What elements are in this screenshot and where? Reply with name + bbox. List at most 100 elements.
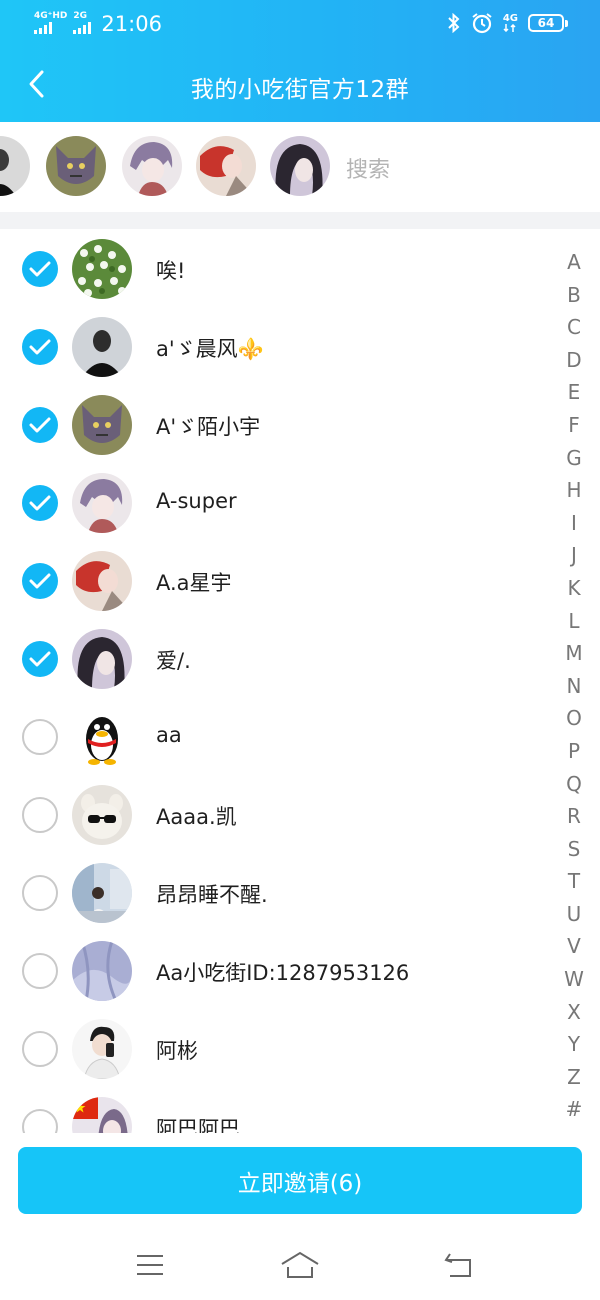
invite-button[interactable]: 立即邀请(6)	[18, 1147, 582, 1214]
anime-red-avatar	[72, 551, 132, 611]
system-nav-bar	[0, 1228, 600, 1300]
member-name: 唉!	[156, 259, 186, 283]
member-row[interactable]: 阿彬	[0, 1009, 560, 1087]
index-letter[interactable]: D	[556, 344, 592, 377]
menu-icon[interactable]	[130, 1248, 170, 1282]
checkbox-unchecked[interactable]	[22, 719, 58, 755]
checkbox-checked[interactable]	[22, 329, 58, 365]
index-letter[interactable]: Z	[556, 1061, 592, 1094]
checkbox-checked[interactable]	[22, 485, 58, 521]
member-name: A-super	[156, 489, 237, 513]
selected-member-avatar[interactable]	[270, 136, 330, 196]
index-letter[interactable]: F	[556, 409, 592, 442]
member-row[interactable]: aa	[0, 697, 560, 775]
selected-members-strip[interactable]: 搜索	[0, 122, 600, 212]
index-letter[interactable]: E	[556, 376, 592, 409]
penguin-avatar	[72, 707, 132, 767]
alphabet-index-bar[interactable]: A B C D E F G H I J K L M N O P Q R S T U V W X Y Z #	[556, 246, 592, 1126]
search-input[interactable]: 搜索	[346, 152, 390, 184]
index-letter[interactable]: W	[556, 963, 592, 996]
flag-girl-avatar	[72, 1097, 132, 1133]
index-letter[interactable]: G	[556, 442, 592, 475]
member-name: Aa小吃街ID:1287953126	[156, 961, 410, 985]
index-letter[interactable]: H	[556, 474, 592, 507]
member-name: A'ゞ陌小宇	[156, 415, 261, 439]
anime-dark-hair-avatar	[72, 629, 132, 689]
page-title: 我的小吃街官方12群	[190, 77, 410, 103]
index-letter[interactable]: L	[556, 605, 592, 638]
photo-person-avatar	[72, 863, 132, 923]
member-name: 阿彬	[156, 1039, 198, 1063]
status-time: 21:06	[101, 12, 162, 36]
index-letter[interactable]: O	[556, 702, 592, 735]
back-nav-icon[interactable]	[438, 1248, 478, 1282]
bluetooth-icon	[447, 13, 461, 33]
member-row[interactable]: Aa小吃街ID:1287953126	[0, 931, 560, 1009]
member-name: aa	[156, 723, 182, 747]
member-name: 昂昂睡不醒.	[156, 883, 268, 907]
member-name: A.a星宇	[156, 571, 232, 595]
index-letter[interactable]: K	[556, 572, 592, 605]
section-divider	[0, 212, 600, 229]
index-letter[interactable]: #	[556, 1093, 592, 1126]
status-right: 4G 64	[447, 12, 568, 34]
selected-member-avatar[interactable]	[46, 136, 106, 196]
flowers-avatar	[72, 239, 132, 299]
status-bar: 4G⁺HD 2G 21:06 4G 64	[0, 0, 600, 48]
index-letter[interactable]: Q	[556, 768, 592, 801]
member-row[interactable]: 阿巴阿巴	[0, 1087, 560, 1133]
selected-member-avatar[interactable]	[196, 136, 256, 196]
member-name: Aaaa.凯	[156, 805, 237, 829]
member-name: 阿巴阿巴	[156, 1117, 240, 1133]
member-list[interactable]: 唉! a'ゞ晨风⚜️ A'ゞ陌小宇 A-super A.a星宇 爱/. aa A…	[0, 229, 600, 1133]
header-bar: 4G⁺HD 2G 21:06 4G 64 我的小吃街官方12群	[0, 0, 600, 122]
index-letter[interactable]: M	[556, 637, 592, 670]
checkbox-checked[interactable]	[22, 641, 58, 677]
index-letter[interactable]: X	[556, 996, 592, 1029]
member-row[interactable]: A-super	[0, 463, 560, 541]
purple-cloth-avatar	[72, 941, 132, 1001]
selected-member-avatar[interactable]	[0, 136, 30, 196]
index-letter[interactable]: Y	[556, 1028, 592, 1061]
checkbox-unchecked[interactable]	[22, 953, 58, 989]
home-icon[interactable]	[280, 1248, 320, 1282]
index-letter[interactable]: R	[556, 800, 592, 833]
checkbox-unchecked[interactable]	[22, 875, 58, 911]
member-row[interactable]: A'ゞ陌小宇	[0, 385, 560, 463]
battery-icon: 64	[528, 14, 568, 32]
checkbox-unchecked[interactable]	[22, 1031, 58, 1067]
index-letter[interactable]: S	[556, 833, 592, 866]
index-letter[interactable]: A	[556, 246, 592, 279]
index-letter[interactable]: B	[556, 279, 592, 312]
checkbox-checked[interactable]	[22, 407, 58, 443]
wolf-cartoon-avatar	[72, 395, 132, 455]
selected-member-avatar[interactable]	[122, 136, 182, 196]
index-letter[interactable]: C	[556, 311, 592, 344]
selfie-avatar	[72, 1019, 132, 1079]
index-letter[interactable]: P	[556, 735, 592, 768]
member-row[interactable]: Aaaa.凯	[0, 775, 560, 853]
index-letter[interactable]: U	[556, 898, 592, 931]
sunglasses-bear-avatar	[72, 785, 132, 845]
signal-4g-icon: 4G⁺HD	[34, 12, 67, 34]
index-letter[interactable]: N	[556, 670, 592, 703]
dark-person-avatar	[72, 317, 132, 377]
checkbox-checked[interactable]	[22, 251, 58, 287]
anime-girl-avatar	[72, 473, 132, 533]
member-row[interactable]: 唉!	[0, 229, 560, 307]
checkbox-unchecked[interactable]	[22, 797, 58, 833]
signal-2g-icon: 2G	[73, 12, 92, 34]
index-letter[interactable]: T	[556, 865, 592, 898]
member-name: 爱/.	[156, 649, 191, 673]
member-row[interactable]: 昂昂睡不醒.	[0, 853, 560, 931]
member-row[interactable]: a'ゞ晨风⚜️	[0, 307, 560, 385]
checkbox-checked[interactable]	[22, 563, 58, 599]
index-letter[interactable]: V	[556, 930, 592, 963]
nav-bar: 我的小吃街官方12群	[0, 52, 600, 116]
member-row[interactable]: 爱/.	[0, 619, 560, 697]
checkbox-unchecked[interactable]	[22, 1109, 58, 1133]
status-left: 4G⁺HD 2G 21:06	[34, 10, 162, 36]
index-letter[interactable]: J	[556, 539, 592, 572]
index-letter[interactable]: I	[556, 507, 592, 540]
member-row[interactable]: A.a星宇	[0, 541, 560, 619]
